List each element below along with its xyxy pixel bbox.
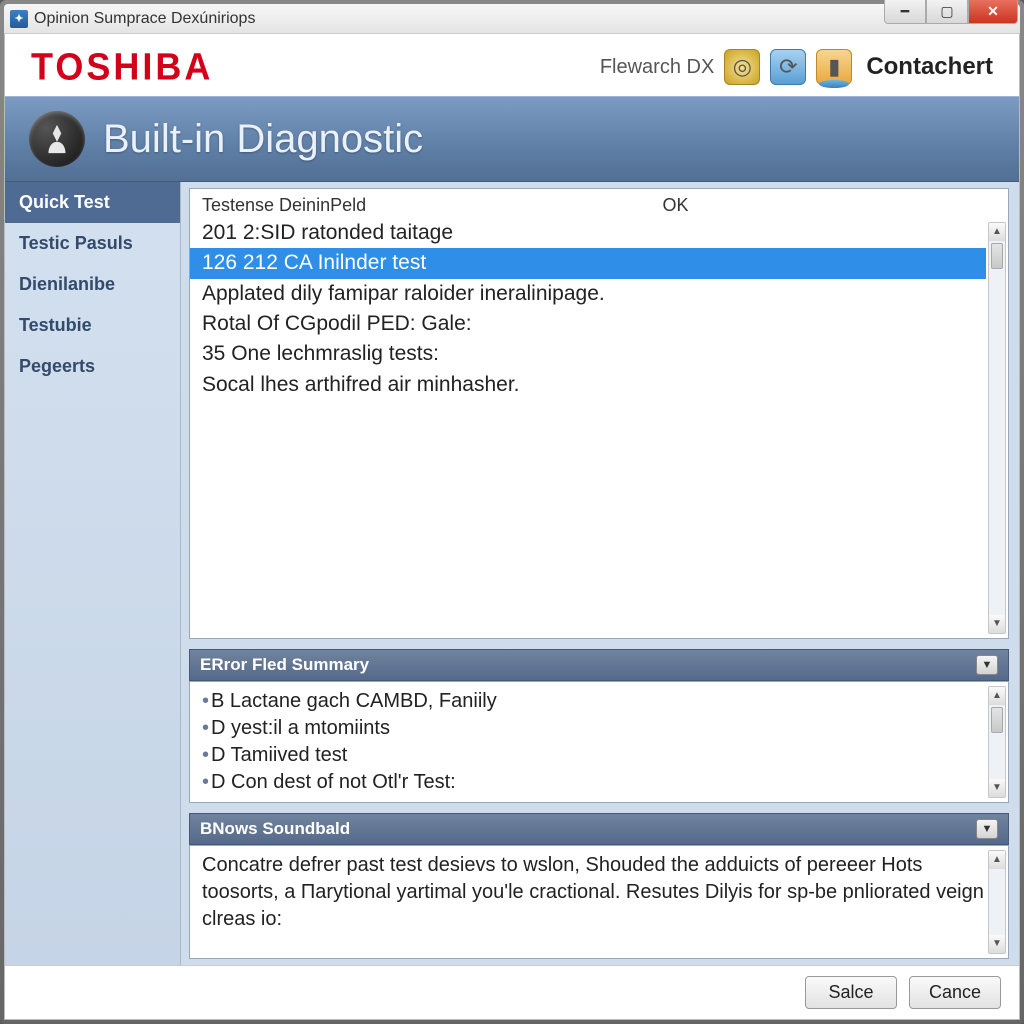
sidebar-item-pegeerts[interactable]: Pegeerts <box>5 346 180 387</box>
sidebar-item-quick-test[interactable]: Quick Test <box>5 182 180 223</box>
brand-header: TOSHIBA Flewarch DX ◎ ⟳ ▮ Contachert <box>5 34 1019 96</box>
error-summary-section: ERror Fled Summary ▼ •B Lactane gach CAM… <box>189 649 1009 803</box>
sound-section: BNows Soundbald ▼ Concatre defrer past t… <box>189 813 1009 959</box>
app-icon: ✦ <box>10 10 28 28</box>
error-summary-body: •B Lactane gach CAMBD, Faniily •D yest:i… <box>190 682 1008 802</box>
log-line[interactable]: Applated dily famipar raloider ineralini… <box>202 279 1008 309</box>
minimize-button[interactable]: ━ <box>884 0 926 24</box>
log-line[interactable]: Socal lhes arthifred air minhasher. <box>202 370 1008 400</box>
sound-body: Concatre defrer past test desievs to wsl… <box>190 846 1008 958</box>
summary-item: •D yest:il a mtomiints <box>202 715 996 742</box>
refresh-icon[interactable]: ⟳ <box>770 49 806 85</box>
collapse-icon[interactable]: ▼ <box>976 819 998 839</box>
sidebar-item-label: Dienilanibe <box>19 274 115 294</box>
sidebar: Quick Test Testic Pasuls Dienilanibe Tes… <box>5 182 181 965</box>
log-body[interactable]: 201 2:SID ratonded taitage 126 212 CA In… <box>190 218 1008 638</box>
log-scrollbar[interactable]: ▲ ▼ <box>988 222 1006 634</box>
cancel-button[interactable]: Cance <box>909 976 1001 1009</box>
hero-banner: Built-in Diagnostic <box>5 96 1019 182</box>
scroll-down-icon[interactable]: ▼ <box>989 779 1005 797</box>
log-header: Testense DeininPeld OK <box>190 189 1008 218</box>
footer: Salce Cance <box>5 965 1019 1019</box>
scroll-thumb[interactable] <box>991 707 1003 733</box>
brand-logo: TOSHIBA <box>31 45 213 89</box>
log-line[interactable]: Rotal Of CGpodil PED: Gale: <box>202 309 1008 339</box>
error-summary-header[interactable]: ERror Fled Summary ▼ <box>189 649 1009 681</box>
clipboard-icon[interactable]: ▮ <box>816 49 852 85</box>
window-title: Opinion Sumprace Dexúniriops <box>34 10 255 28</box>
sidebar-item-label: Testubie <box>19 315 92 335</box>
coin-icon[interactable]: ◎ <box>724 49 760 85</box>
summary-scrollbar[interactable]: ▲ ▼ <box>988 686 1006 798</box>
summary-item: •B Lactane gach CAMBD, Faniily <box>202 688 996 715</box>
error-summary-title: ERror Fled Summary <box>200 655 369 675</box>
maximize-button[interactable]: ▢ <box>926 0 968 24</box>
sound-title: BNows Soundbald <box>200 819 350 839</box>
sidebar-item-label: Quick Test <box>19 192 110 212</box>
sidebar-item-dienilanibe[interactable]: Dienilanibe <box>5 264 180 305</box>
titlebar: ✦ Opinion Sumprace Dexúniriops <box>4 4 1020 34</box>
sound-header[interactable]: BNows Soundbald ▼ <box>189 813 1009 845</box>
sidebar-item-label: Pegeerts <box>19 356 95 376</box>
sidebar-item-testic-pasuls[interactable]: Testic Pasuls <box>5 223 180 264</box>
sidebar-item-testubie[interactable]: Testubie <box>5 305 180 346</box>
log-line[interactable]: 35 One lechmraslig tests: <box>202 339 1008 369</box>
sidebar-item-label: Testic Pasuls <box>19 233 133 253</box>
window-controls: ━ ▢ ✕ <box>884 0 1018 24</box>
collapse-icon[interactable]: ▼ <box>976 655 998 675</box>
contact-label[interactable]: Contachert <box>866 53 993 81</box>
summary-item: •D Con dest of not Otl'r Test: <box>202 769 996 796</box>
search-label: Flewarch DX <box>600 56 714 79</box>
log-col-test: Testense DeininPeld <box>202 195 663 216</box>
scroll-up-icon[interactable]: ▲ <box>989 687 1005 705</box>
sound-text: Concatre defrer past test desievs to wsl… <box>202 854 984 930</box>
summary-item: •D Tamiived test <box>202 742 996 769</box>
close-button[interactable]: ✕ <box>968 0 1018 24</box>
scroll-up-icon[interactable]: ▲ <box>989 851 1005 869</box>
hero-title: Built-in Diagnostic <box>103 117 423 162</box>
scroll-up-icon[interactable]: ▲ <box>989 223 1005 241</box>
sound-scrollbar[interactable]: ▲ ▼ <box>988 850 1006 954</box>
save-button[interactable]: Salce <box>805 976 897 1009</box>
log-line[interactable]: 126 212 CA Inilnder test <box>190 248 986 278</box>
test-log-panel: Testense DeininPeld OK 201 2:SID ratonde… <box>189 188 1009 639</box>
scroll-down-icon[interactable]: ▼ <box>989 935 1005 953</box>
scroll-down-icon[interactable]: ▼ <box>989 615 1005 633</box>
log-line[interactable]: 201 2:SID ratonded taitage <box>202 218 1008 248</box>
scroll-thumb[interactable] <box>991 243 1003 269</box>
log-col-status: OK <box>663 195 996 216</box>
diagnostic-icon <box>29 111 85 167</box>
